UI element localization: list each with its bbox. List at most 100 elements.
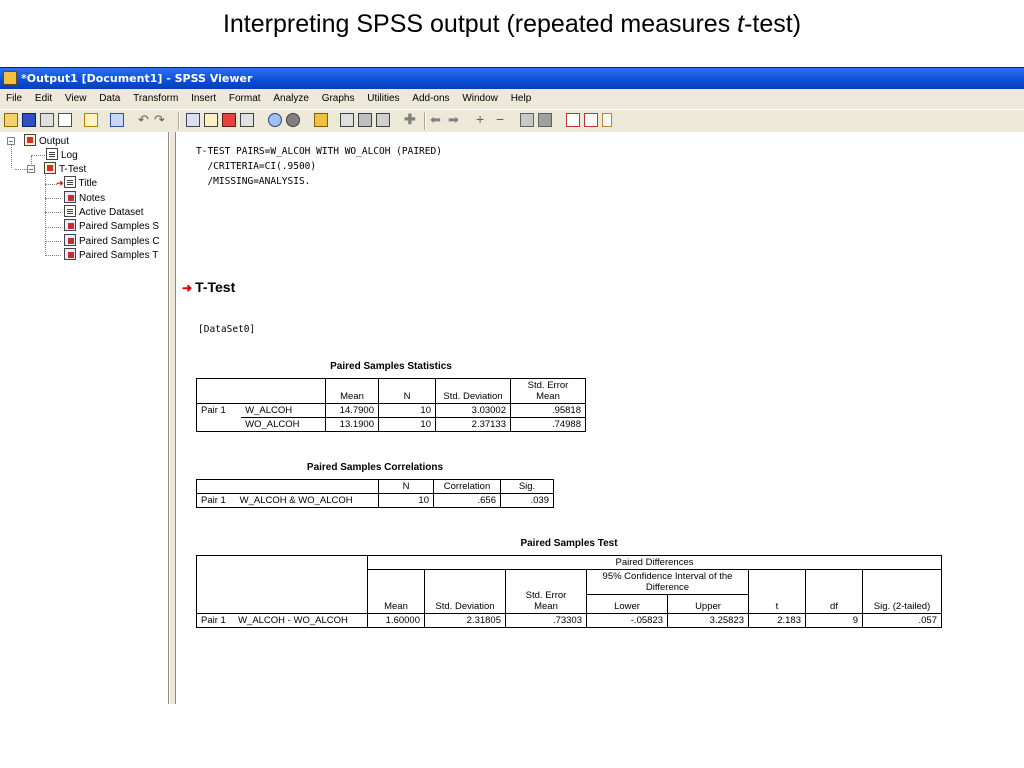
menu-utilities[interactable]: Utilities <box>367 90 399 108</box>
open-icon[interactable] <box>4 113 18 127</box>
redo-icon[interactable]: ↷ <box>154 113 168 127</box>
undo-icon[interactable]: ↶ <box>138 113 152 127</box>
corr-table-caption: Paired Samples Correlations <box>306 462 444 473</box>
tree-item-paired-correlations[interactable]: Paired Samples C <box>64 234 160 248</box>
forward-icon[interactable]: ➡ <box>448 113 462 127</box>
tree-item-ttest[interactable]: T-Test <box>44 162 86 176</box>
tree-item-title[interactable]: ➜ Title <box>56 176 97 190</box>
paired-samples-test-table[interactable]: Paired Differences Mean Std. Deviation S… <box>196 555 942 628</box>
heading-text: T-Test <box>195 279 236 295</box>
slide-title-end: -test) <box>744 10 802 38</box>
split-file-icon[interactable] <box>340 113 354 127</box>
menu-view[interactable]: View <box>65 90 87 108</box>
column-group-header: 95% Confidence Interval of the Differenc… <box>586 569 749 595</box>
ttest-book-icon <box>44 162 56 174</box>
use-sets-icon[interactable] <box>240 113 254 127</box>
column-header: Mean <box>325 378 379 404</box>
print-icon[interactable] <box>40 113 54 127</box>
collapse-output-icon[interactable]: − <box>7 137 15 146</box>
tree-line <box>45 198 61 199</box>
column-header: Sig. <box>500 479 554 494</box>
goto-case-icon[interactable] <box>204 113 218 127</box>
outline-pane[interactable]: − − Output Log T-Test ➜ Title Notes Activ… <box>0 132 169 704</box>
row-group-label: Pair 1 <box>195 493 236 508</box>
cell-value: 2.183 <box>748 613 806 628</box>
table-corner-cell <box>196 378 326 404</box>
syntax-line: /MISSING=ANALYSIS. <box>196 176 311 187</box>
insert-text-icon[interactable] <box>602 113 612 127</box>
tree-item-notes[interactable]: Notes <box>64 191 105 205</box>
print-preview-icon[interactable] <box>58 113 72 127</box>
cell-value: 1.60000 <box>367 613 425 628</box>
tree-item-log[interactable]: Log <box>46 148 78 162</box>
menu-data[interactable]: Data <box>99 90 120 108</box>
cell-value: .057 <box>862 613 942 628</box>
tree-item-paired-test[interactable]: Paired Samples T <box>64 248 158 262</box>
export-icon[interactable] <box>84 113 98 127</box>
column-group-header: Paired Differences <box>367 555 942 570</box>
table-row: Pair 1 W_ALCOH - WO_ALCOH 1.60000 2.3180… <box>196 613 942 628</box>
current-item-arrow-icon: ➜ <box>182 281 193 295</box>
pivot-table-icon <box>64 234 76 246</box>
menu-bar: File Edit View Data Transform Insert For… <box>0 90 1024 108</box>
column-header: Mean <box>367 569 425 614</box>
select-cases-icon[interactable] <box>376 113 390 127</box>
window-titlebar[interactable]: *Output1 [Document1] - SPSS Viewer <box>0 68 1024 89</box>
cell-value: 10 <box>378 417 436 432</box>
weight-cases-icon[interactable] <box>358 113 372 127</box>
pane-splitter[interactable] <box>169 132 176 704</box>
row-label: W_ALCOH - WO_ALCOH <box>234 613 369 628</box>
menu-help[interactable]: Help <box>511 90 532 108</box>
back-icon[interactable]: ⬅ <box>430 113 444 127</box>
menu-analyze[interactable]: Analyze <box>273 90 309 108</box>
stats-table-caption: Paired Samples Statistics <box>330 361 452 372</box>
column-header: Std. Deviation <box>435 378 511 404</box>
tree-item-paired-statistics[interactable]: Paired Samples S <box>64 219 159 233</box>
collapse-icon[interactable]: − <box>496 112 510 127</box>
output-content-pane[interactable]: T-TEST PAIRS=W_ALCOH WITH WO_ALCOH (PAIR… <box>176 132 1024 704</box>
dialog-recall-icon[interactable] <box>110 113 124 127</box>
notes-icon <box>64 191 76 203</box>
menu-addons[interactable]: Add-ons <box>412 90 449 108</box>
insert-variables-icon[interactable] <box>314 113 328 127</box>
menu-file[interactable]: File <box>6 90 22 108</box>
value-labels-icon[interactable]: ✚ <box>404 112 418 127</box>
insert-heading-icon[interactable] <box>566 113 580 127</box>
tree-line <box>45 227 61 228</box>
expand-icon[interactable]: + <box>476 112 490 127</box>
syntax-log: T-TEST PAIRS=W_ALCOH WITH WO_ALCOH (PAIR… <box>196 144 442 189</box>
cell-value: 2.37133 <box>435 417 511 432</box>
tree-item-label: Paired Samples S <box>79 221 160 232</box>
save-icon[interactable] <box>22 113 36 127</box>
cell-value: 3.25823 <box>667 613 749 628</box>
paired-samples-correlations-table[interactable]: N Correlation Sig. Pair 1 W_ALCOH & WO_A… <box>195 479 554 508</box>
column-header: Std. Deviation <box>424 569 506 614</box>
menu-window[interactable]: Window <box>462 90 498 108</box>
row-group-label: Pair 1 <box>196 403 242 432</box>
paired-samples-statistics-table[interactable]: Mean N Std. Deviation Std. Error Mean Pai… <box>196 378 586 432</box>
collapse-ttest-icon[interactable]: − <box>27 165 35 174</box>
column-header: df <box>805 569 863 614</box>
menu-transform[interactable]: Transform <box>133 90 178 108</box>
show-all-icon[interactable] <box>268 113 282 127</box>
menu-insert[interactable]: Insert <box>191 90 216 108</box>
ttest-heading[interactable]: ➜ T-Test <box>182 279 235 295</box>
table-corner-cell <box>196 555 368 614</box>
menu-edit[interactable]: Edit <box>35 90 52 108</box>
cell-value: 14.7900 <box>325 403 379 418</box>
cell-value: 10 <box>378 493 434 508</box>
column-header: N <box>378 479 434 494</box>
spss-viewer-window: *Output1 [Document1] - SPSS Viewer File … <box>0 67 1024 704</box>
show-icon[interactable] <box>520 113 534 127</box>
insert-cases-icon[interactable] <box>286 113 300 127</box>
variables-icon[interactable] <box>222 113 236 127</box>
menu-graphs[interactable]: Graphs <box>322 90 355 108</box>
insert-title-icon[interactable] <box>584 113 598 127</box>
tree-item-active-dataset[interactable]: Active Dataset <box>64 205 143 219</box>
goto-data-icon[interactable] <box>186 113 200 127</box>
active-dataset-icon <box>64 205 76 217</box>
menu-format[interactable]: Format <box>229 90 261 108</box>
hide-icon[interactable] <box>538 113 552 127</box>
column-header: N <box>378 378 436 404</box>
tree-item-output[interactable]: Output <box>24 134 69 148</box>
